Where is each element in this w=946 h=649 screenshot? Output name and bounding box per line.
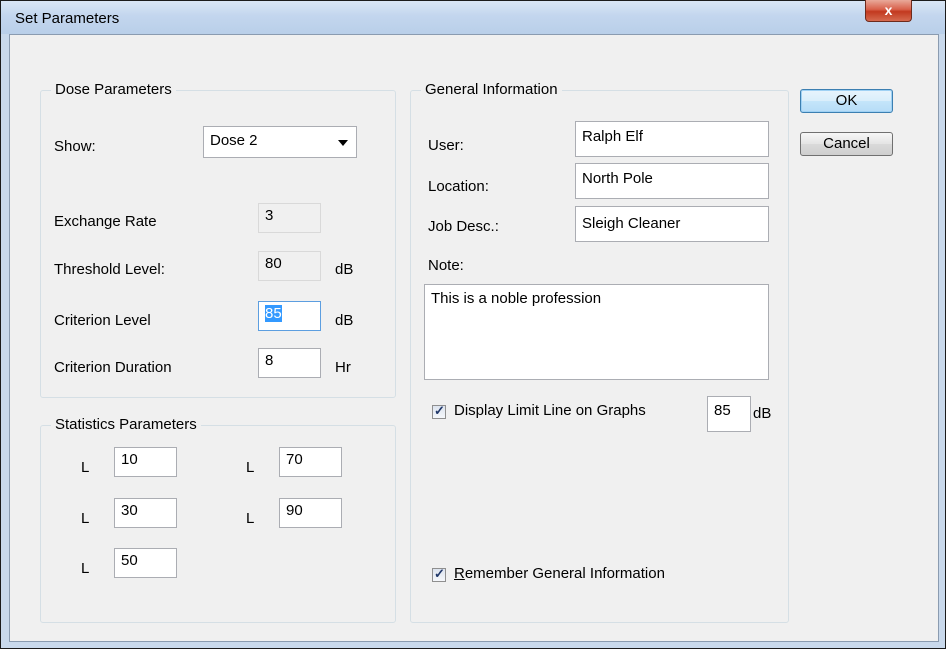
l30-prefix: L: [81, 510, 90, 527]
set-parameters-dialog: Set Parameters x Dose Parameters Show: D…: [0, 0, 946, 649]
user-input[interactable]: Ralph Elf: [575, 121, 769, 157]
remember-general-info-checkbox[interactable]: [432, 566, 446, 582]
display-limit-line-label[interactable]: Display Limit Line on Graphs: [454, 402, 646, 419]
criterion-duration-input[interactable]: 8: [258, 348, 321, 378]
l50-prefix: L: [81, 560, 90, 577]
show-dropdown-value: Dose 2: [210, 132, 258, 149]
criterion-level-value: 85: [265, 305, 282, 322]
ok-button[interactable]: OK: [800, 89, 893, 113]
cancel-button[interactable]: Cancel: [800, 132, 893, 156]
criterion-level-label: Criterion Level: [54, 312, 151, 329]
l30-input[interactable]: 30: [114, 498, 177, 528]
statistics-parameters-title: Statistics Parameters: [51, 416, 201, 433]
l10-value: 10: [121, 451, 138, 468]
limit-line-unit: dB: [753, 405, 772, 422]
chevron-down-icon: [338, 140, 348, 146]
show-dropdown[interactable]: Dose 2: [203, 126, 357, 158]
note-textarea[interactable]: This is a noble profession: [424, 284, 769, 380]
threshold-unit: dB: [335, 261, 354, 278]
display-limit-line-checkbox[interactable]: [432, 403, 446, 419]
l10-prefix: L: [81, 459, 90, 476]
remember-accelerator: R: [454, 565, 465, 582]
statistics-parameters-group: Statistics Parameters: [40, 416, 396, 623]
criterion-duration-label: Criterion Duration: [54, 359, 172, 376]
threshold-level-value: 80: [265, 255, 282, 272]
threshold-level-field: 80: [258, 251, 321, 281]
criterion-duration-value: 8: [265, 352, 274, 369]
close-button[interactable]: x: [865, 0, 912, 22]
threshold-level-label: Threshold Level:: [54, 261, 165, 278]
l70-value: 70: [286, 451, 303, 468]
dialog-body: Dose Parameters Show: Dose 2 Exchange Ra…: [9, 34, 939, 642]
note-label: Note:: [428, 257, 464, 274]
l70-prefix: L: [246, 459, 255, 476]
limit-line-value: 85: [714, 402, 731, 419]
general-information-title: General Information: [421, 81, 562, 98]
criterion-duration-unit: Hr: [335, 359, 351, 376]
job-desc-input[interactable]: Sleigh Cleaner: [575, 206, 769, 242]
job-desc-value: Sleigh Cleaner: [582, 215, 681, 232]
l10-input[interactable]: 10: [114, 447, 177, 477]
l30-value: 30: [121, 502, 138, 519]
l50-value: 50: [121, 552, 138, 569]
l90-prefix: L: [246, 510, 255, 527]
title-bar[interactable]: Set Parameters x: [1, 0, 945, 34]
window-title: Set Parameters: [15, 10, 120, 27]
remember-label-text: emember General Information: [464, 565, 665, 582]
l50-input[interactable]: 50: [114, 548, 177, 578]
user-value: Ralph Elf: [582, 128, 643, 145]
show-label: Show:: [54, 138, 96, 155]
location-label: Location:: [428, 178, 489, 195]
exchange-rate-field: 3: [258, 203, 321, 233]
exchange-rate-value: 3: [265, 207, 274, 224]
exchange-rate-label: Exchange Rate: [54, 213, 157, 230]
criterion-level-unit: dB: [335, 312, 354, 329]
criterion-level-input[interactable]: 85: [258, 301, 321, 331]
job-desc-label: Job Desc.:: [428, 218, 499, 235]
remember-general-info-label[interactable]: Remember General Information: [454, 565, 665, 582]
l90-input[interactable]: 90: [279, 498, 342, 528]
l90-value: 90: [286, 502, 303, 519]
user-label: User:: [428, 137, 464, 154]
dose-parameters-title: Dose Parameters: [51, 81, 176, 98]
limit-line-input[interactable]: 85: [707, 396, 751, 432]
note-value: This is a noble profession: [431, 290, 602, 307]
location-value: North Pole: [582, 170, 653, 187]
l70-input[interactable]: 70: [279, 447, 342, 477]
location-input[interactable]: North Pole: [575, 163, 769, 199]
